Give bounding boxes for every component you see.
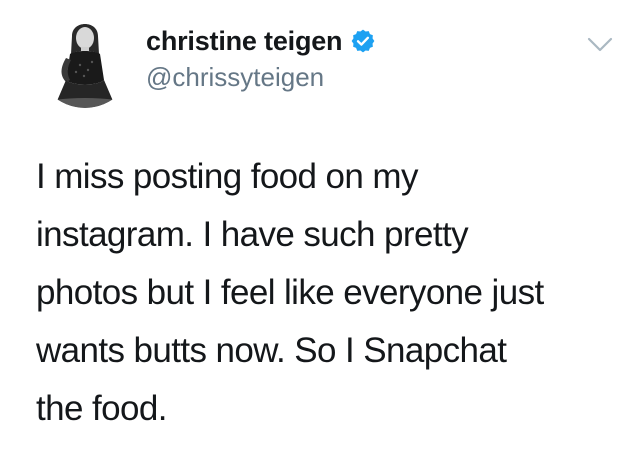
user-info: christine teigen @chrissyteigen <box>146 24 376 93</box>
chevron-down-icon[interactable] <box>586 34 614 56</box>
profile-photo-icon[interactable] <box>36 10 134 108</box>
tweet-text: I miss posting food on my instagram. I h… <box>36 157 544 428</box>
display-name[interactable]: christine teigen <box>146 26 343 57</box>
user-handle[interactable]: @chrissyteigen <box>146 62 376 93</box>
name-row: christine teigen <box>146 24 376 58</box>
verified-badge-icon <box>350 28 376 54</box>
tweet-card: christine teigen @chrissyteigen I miss p… <box>0 0 640 467</box>
avatar-image <box>36 10 134 108</box>
